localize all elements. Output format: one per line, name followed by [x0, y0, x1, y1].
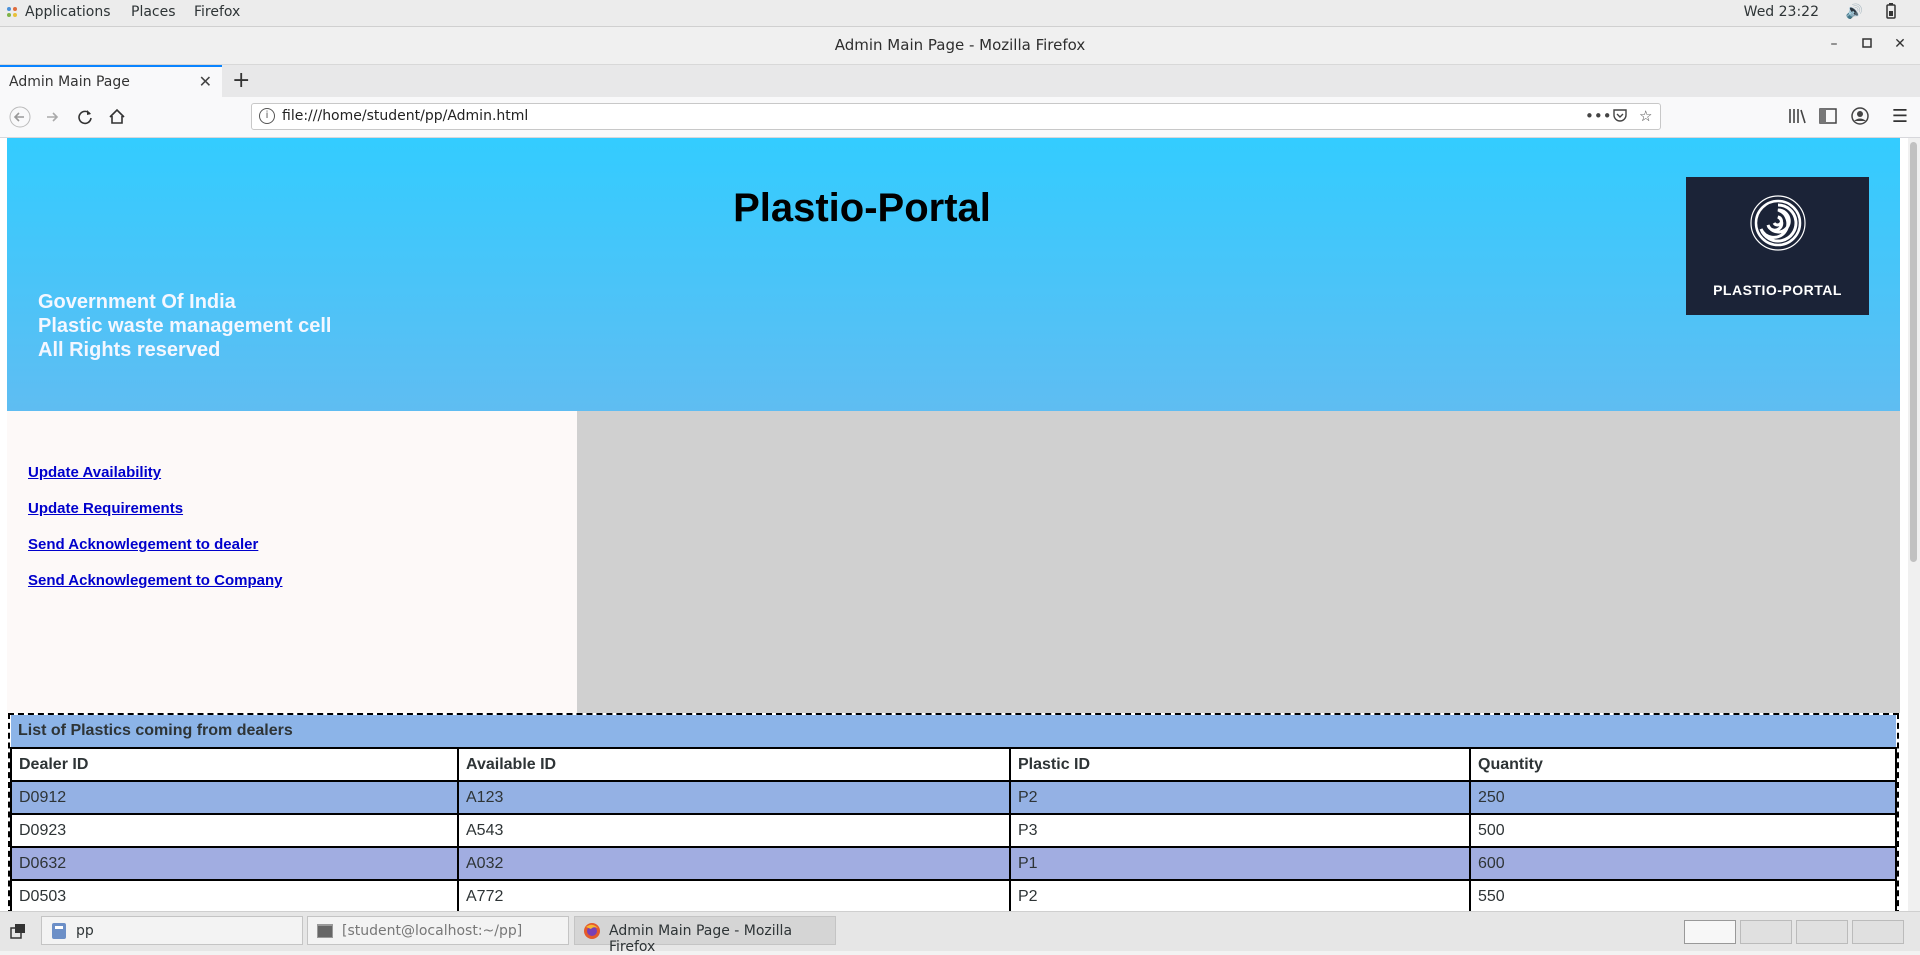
col-plastic-id: Plastic ID	[1009, 747, 1471, 782]
firefox-menu[interactable]: Firefox	[194, 4, 240, 20]
cell-plastic-id: P2	[1009, 780, 1471, 815]
bookmark-star-icon[interactable]: ☆	[1639, 107, 1652, 125]
content-panel	[577, 411, 1900, 713]
plastics-table: List of Plastics coming from dealers Dea…	[10, 715, 1897, 911]
battery-icon[interactable]	[1886, 3, 1896, 23]
swirl-logo-icon	[1750, 195, 1806, 251]
workspace-3[interactable]	[1796, 920, 1848, 944]
table-caption: List of Plastics coming from dealers	[11, 715, 1896, 748]
info-line-government: Government Of India	[38, 291, 236, 313]
forward-icon[interactable]	[41, 106, 63, 133]
site-info-icon[interactable]: i	[259, 108, 275, 124]
cell-plastic-id: P1	[1009, 846, 1471, 881]
show-desktop-icon[interactable]	[10, 923, 26, 943]
page-header: Plastio-Portal Government Of India Plast…	[7, 138, 1900, 411]
cell-dealer-id: D0912	[10, 780, 459, 815]
window-titlebar[interactable]: Admin Main Page - Mozilla Firefox – ✕	[0, 27, 1920, 65]
info-line-rights: All Rights reserved	[38, 339, 221, 361]
cell-dealer-id: D0503	[10, 879, 459, 911]
system-top-bar: Applications Places Firefox Wed 23:22 🔊	[0, 0, 1920, 27]
home-icon[interactable]	[106, 106, 128, 133]
col-available-id: Available ID	[457, 747, 1011, 782]
file-manager-icon	[52, 923, 66, 939]
table-caption-row: List of Plastics coming from dealers	[11, 715, 1896, 748]
cell-quantity: 550	[1469, 879, 1897, 911]
table-row: D0912 A123 P2 250	[10, 780, 1897, 815]
tab-title: Admin Main Page	[9, 74, 130, 90]
pocket-icon[interactable]	[1612, 107, 1628, 127]
cell-available-id: A772	[457, 879, 1011, 911]
sidebar-icon[interactable]	[1817, 106, 1839, 131]
cell-dealer-id: D0923	[10, 813, 459, 848]
update-availability-link[interactable]: Update Availability	[28, 464, 161, 481]
header-info: Government Of India Plastic waste manage…	[38, 290, 331, 362]
close-window-icon[interactable]: ✕	[1890, 36, 1910, 52]
url-bar[interactable]: i file:///home/student/pp/Admin.html •••…	[251, 103, 1661, 130]
table-row: D0923 A543 P3 500	[10, 813, 1897, 848]
cell-available-id: A543	[457, 813, 1011, 848]
cell-available-id: A032	[457, 846, 1011, 881]
taskbar: pp [student@localhost:~/pp] Admin Main P…	[0, 911, 1920, 955]
page-scrollbar[interactable]	[1908, 138, 1920, 911]
cell-quantity: 250	[1469, 780, 1897, 815]
new-tab-icon[interactable]: +	[232, 68, 250, 93]
url-text[interactable]: file:///home/student/pp/Admin.html	[282, 108, 528, 124]
window-title: Admin Main Page - Mozilla Firefox	[834, 36, 1086, 54]
page-content: Plastio-Portal Government Of India Plast…	[0, 138, 1908, 911]
firefox-icon	[584, 923, 600, 939]
close-tab-icon[interactable]: ✕	[199, 72, 212, 91]
library-icon[interactable]	[1786, 106, 1808, 131]
cell-quantity: 500	[1469, 813, 1897, 848]
table-header-row: Dealer ID Available ID Plastic ID Quanti…	[10, 747, 1897, 782]
scrollbar-thumb[interactable]	[1910, 142, 1917, 562]
taskbar-item-firefox[interactable]: Admin Main Page - Mozilla Firefox	[574, 916, 836, 955]
logo-text: PLASTIO-PORTAL	[1713, 282, 1842, 298]
workspace-1[interactable]	[1684, 920, 1736, 944]
back-icon[interactable]	[9, 106, 31, 133]
tab-strip: Admin Main Page ✕ +	[0, 65, 1920, 97]
col-dealer-id: Dealer ID	[10, 747, 459, 782]
cell-plastic-id: P2	[1009, 879, 1471, 911]
minimize-icon[interactable]: –	[1824, 36, 1844, 52]
cell-dealer-id: D0632	[10, 846, 459, 881]
workspace-4[interactable]	[1852, 920, 1904, 944]
taskbar-label: Admin Main Page - Mozilla Firefox	[609, 923, 793, 955]
clock[interactable]: Wed 23:22	[1744, 4, 1819, 20]
terminal-icon	[317, 924, 333, 938]
col-quantity: Quantity	[1469, 747, 1897, 782]
applications-menu[interactable]: Applications	[25, 4, 111, 20]
hamburger-menu-icon[interactable]: ☰	[1889, 106, 1911, 127]
tab-admin-main-page[interactable]: Admin Main Page ✕	[0, 65, 222, 97]
cell-quantity: 600	[1469, 846, 1897, 881]
reload-icon[interactable]	[74, 106, 96, 133]
send-ack-company-link[interactable]: Send Acknowlegement to Company	[28, 572, 282, 589]
account-icon[interactable]	[1849, 106, 1871, 131]
taskbar-item-terminal[interactable]: [student@localhost:~/pp]	[307, 916, 569, 945]
admin-sidebar: Update Availability Update Requirements …	[7, 411, 577, 713]
volume-icon[interactable]: 🔊	[1846, 4, 1863, 20]
table-row: D0503 A772 P2 550	[10, 879, 1897, 911]
maximize-icon[interactable]	[1857, 36, 1877, 52]
workspace-2[interactable]	[1740, 920, 1792, 944]
page-title: Plastio-Portal	[733, 186, 991, 230]
plastio-portal-logo: PLASTIO-PORTAL	[1686, 177, 1869, 315]
navigation-bar: i file:///home/student/pp/Admin.html •••…	[0, 97, 1920, 138]
info-line-cell: Plastic waste management cell	[38, 315, 332, 337]
cell-available-id: A123	[457, 780, 1011, 815]
places-menu[interactable]: Places	[131, 4, 176, 20]
update-requirements-link[interactable]: Update Requirements	[28, 500, 183, 517]
taskbar-label: pp	[76, 923, 94, 939]
applications-icon	[6, 6, 18, 18]
send-ack-dealer-link[interactable]: Send Acknowlegement to dealer	[28, 536, 258, 553]
taskbar-label: [student@localhost:~/pp]	[342, 923, 523, 939]
taskbar-item-files[interactable]: pp	[41, 916, 303, 945]
table-row: D0632 A032 P1 600	[10, 846, 1897, 881]
plastics-table-container: List of Plastics coming from dealers Dea…	[8, 713, 1899, 911]
page-actions-icon[interactable]: •••	[1585, 107, 1612, 125]
cell-plastic-id: P3	[1009, 813, 1471, 848]
